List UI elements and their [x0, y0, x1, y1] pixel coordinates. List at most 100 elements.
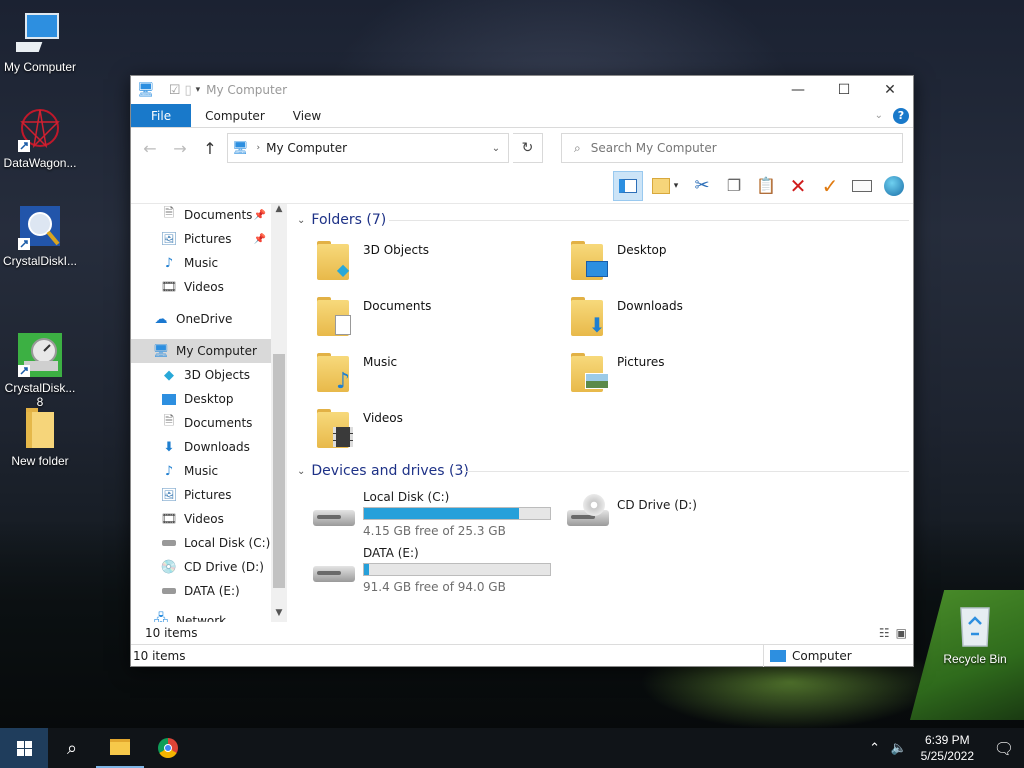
cut-button[interactable]: ✂	[687, 171, 717, 201]
search-button[interactable]: ⌕	[48, 728, 96, 768]
forward-button[interactable]: →	[167, 135, 193, 161]
group-divider	[465, 471, 909, 472]
drives-group-header[interactable]: ⌄ Devices and drives (3)	[297, 461, 469, 481]
up-button[interactable]: ↑	[197, 135, 223, 161]
crystaldiskinfo-icon	[16, 204, 64, 252]
copy-button[interactable]: ❐	[719, 171, 749, 201]
volume-muted-icon[interactable]: 🔈	[887, 741, 911, 756]
nav-item-music[interactable]: ♪ Music	[131, 251, 286, 275]
details-view-icon[interactable]: ☷	[879, 626, 890, 640]
copy-icon: ❐	[726, 176, 742, 195]
videos-icon: 🎞	[160, 279, 178, 295]
file-explorer-taskbar-button[interactable]	[96, 728, 144, 768]
nav-item-videos-pc[interactable]: 🎞 Videos	[131, 507, 286, 531]
tab-computer[interactable]: Computer	[191, 104, 279, 127]
scroll-up-icon[interactable]: ▲	[271, 204, 286, 214]
large-icons-view-icon[interactable]: ▣	[896, 626, 907, 640]
back-button[interactable]: ←	[137, 135, 163, 161]
tab-view[interactable]: View	[279, 104, 335, 127]
preview-pane-button[interactable]	[613, 170, 643, 201]
nav-item-label: Pictures	[184, 488, 232, 502]
nav-item-cd-drive-d[interactable]: 💿 CD Drive (D:)	[131, 555, 286, 579]
tab-file[interactable]: File	[131, 104, 192, 127]
folder-tile-documents[interactable]: Documents	[313, 294, 563, 344]
search-input[interactable]: ⌕ Search My Computer	[561, 133, 903, 163]
nav-item-music-pc[interactable]: ♪ Music	[131, 459, 286, 483]
folders-group-header[interactable]: ⌄ Folders (7)	[297, 210, 386, 230]
nav-item-label: Pictures	[184, 232, 232, 246]
nav-item-videos[interactable]: 🎞 Videos	[131, 275, 286, 299]
rename-button[interactable]	[847, 171, 877, 201]
drive-tile-local-disk-c[interactable]: Local Disk (C:) 4.15 GB free of 25.3 GB	[311, 490, 551, 538]
minimize-button[interactable]: —	[775, 76, 821, 104]
system-tray: ⌃ 🔈 6:39 PM 5/25/2022 🗨	[863, 728, 1024, 768]
drive-tile-data-e[interactable]: DATA (E:) 91.4 GB free of 94.0 GB	[311, 546, 551, 594]
nav-item-3d-objects[interactable]: ◆ 3D Objects	[131, 363, 286, 387]
nav-item-label: Network	[176, 614, 227, 622]
drive-usage-fill	[364, 564, 370, 575]
nav-item-label: Music	[184, 464, 219, 478]
nav-item-local-disk-c[interactable]: Local Disk (C:)	[131, 531, 286, 555]
chevron-up-icon[interactable]: ⌃	[863, 741, 887, 756]
pin-icon[interactable]: 📌	[254, 210, 266, 221]
help-icon[interactable]: ?	[893, 107, 909, 124]
folder-tile-desktop[interactable]: Desktop	[567, 238, 817, 288]
properties-button[interactable]: ✓	[815, 171, 845, 201]
nav-item-my-computer[interactable]: 🖥 My Computer	[131, 339, 286, 363]
nav-item-network[interactable]: 🖧 Network	[131, 609, 286, 622]
properties-icon[interactable]: ☑	[169, 83, 181, 98]
drive-tile-cd-drive-d[interactable]: CD Drive (D:)	[565, 490, 697, 530]
ribbon-expand-icon[interactable]: ⌄	[875, 110, 883, 121]
paste-button[interactable]: 📋	[751, 171, 781, 201]
desktop-icon-my-computer[interactable]: My Computer	[0, 10, 80, 74]
chrome-taskbar-button[interactable]	[144, 728, 192, 768]
drive-free-space: 91.4 GB free of 94.0 GB	[363, 580, 506, 594]
clock[interactable]: 6:39 PM 5/25/2022	[911, 732, 984, 764]
nav-item-pictures-pc[interactable]: 🖼 Pictures	[131, 483, 286, 507]
nav-item-label: Videos	[184, 512, 224, 526]
address-dropdown-icon[interactable]: ⌄	[484, 143, 508, 154]
nav-item-documents-pc[interactable]: 🗎 Documents	[131, 411, 286, 435]
notification-icon[interactable]: 🗨	[984, 739, 1024, 758]
chevron-down-icon[interactable]: ⌄	[297, 466, 305, 477]
nav-item-onedrive[interactable]: ☁ OneDrive	[131, 307, 286, 331]
folder-tile-videos[interactable]: Videos	[313, 406, 563, 456]
desktop-icon-crystaldiskinfo[interactable]: CrystalDiskI...	[0, 204, 80, 268]
new-folder-icon[interactable]: ▯	[184, 83, 191, 98]
status-bar: 10 items Computer	[131, 644, 913, 667]
nav-item-pictures[interactable]: 🖼 Pictures 📌	[131, 227, 286, 251]
chevron-right-icon[interactable]: ›	[257, 143, 261, 153]
folder-tile-pictures[interactable]: Pictures	[567, 350, 817, 400]
scroll-down-icon[interactable]: ▼	[271, 608, 286, 618]
refresh-button[interactable]: ↻	[513, 133, 543, 163]
qa-dropdown-icon[interactable]: ▾	[196, 85, 201, 95]
chevron-down-icon[interactable]: ⌄	[297, 215, 305, 226]
desktop-icon-recycle-bin[interactable]: Recycle Bin	[935, 602, 1015, 666]
pin-icon[interactable]: 📌	[254, 234, 266, 245]
address-bar[interactable]: 🖥 › My Computer ⌄	[227, 133, 509, 163]
nav-item-documents[interactable]: 🗎 Documents 📌	[131, 204, 286, 227]
folder-tile-3d-objects[interactable]: ◆ 3D Objects	[313, 238, 563, 288]
nav-item-downloads[interactable]: ⬇ Downloads	[131, 435, 286, 459]
nav-item-data-e[interactable]: DATA (E:)	[131, 579, 286, 603]
new-folder-button[interactable]: ▾	[645, 171, 685, 201]
search-placeholder: Search My Computer	[590, 141, 717, 155]
music-icon: ♪	[164, 463, 174, 479]
explorer-window: 🖥 ☑ ▯ ▾ My Computer — ☐ ✕ File Computer …	[130, 75, 914, 667]
search-icon: ⌕	[66, 737, 78, 759]
nav-item-label: Music	[184, 256, 219, 270]
close-button[interactable]: ✕	[867, 76, 913, 104]
folder-tile-music[interactable]: ♪ Music	[313, 350, 563, 400]
start-button[interactable]	[0, 728, 48, 768]
folder-documents-icon	[313, 294, 357, 338]
delete-button[interactable]: ✕	[783, 171, 813, 201]
folder-tile-downloads[interactable]: ⬇ Downloads	[567, 294, 817, 344]
address-row: ← → ↑ 🖥 › My Computer ⌄ ↻ ⌕ Search My Co…	[131, 128, 913, 168]
desktop-icon-datawagon[interactable]: DataWagon...	[0, 106, 80, 170]
globe-button[interactable]	[879, 171, 909, 201]
nav-item-desktop[interactable]: Desktop	[131, 387, 286, 411]
desktop-icon-new-folder[interactable]: New folder	[0, 404, 80, 468]
nav-scroll-thumb[interactable]	[273, 354, 285, 588]
nav-scrollbar[interactable]: ▲ ▼	[271, 204, 286, 622]
maximize-button[interactable]: ☐	[821, 76, 867, 104]
